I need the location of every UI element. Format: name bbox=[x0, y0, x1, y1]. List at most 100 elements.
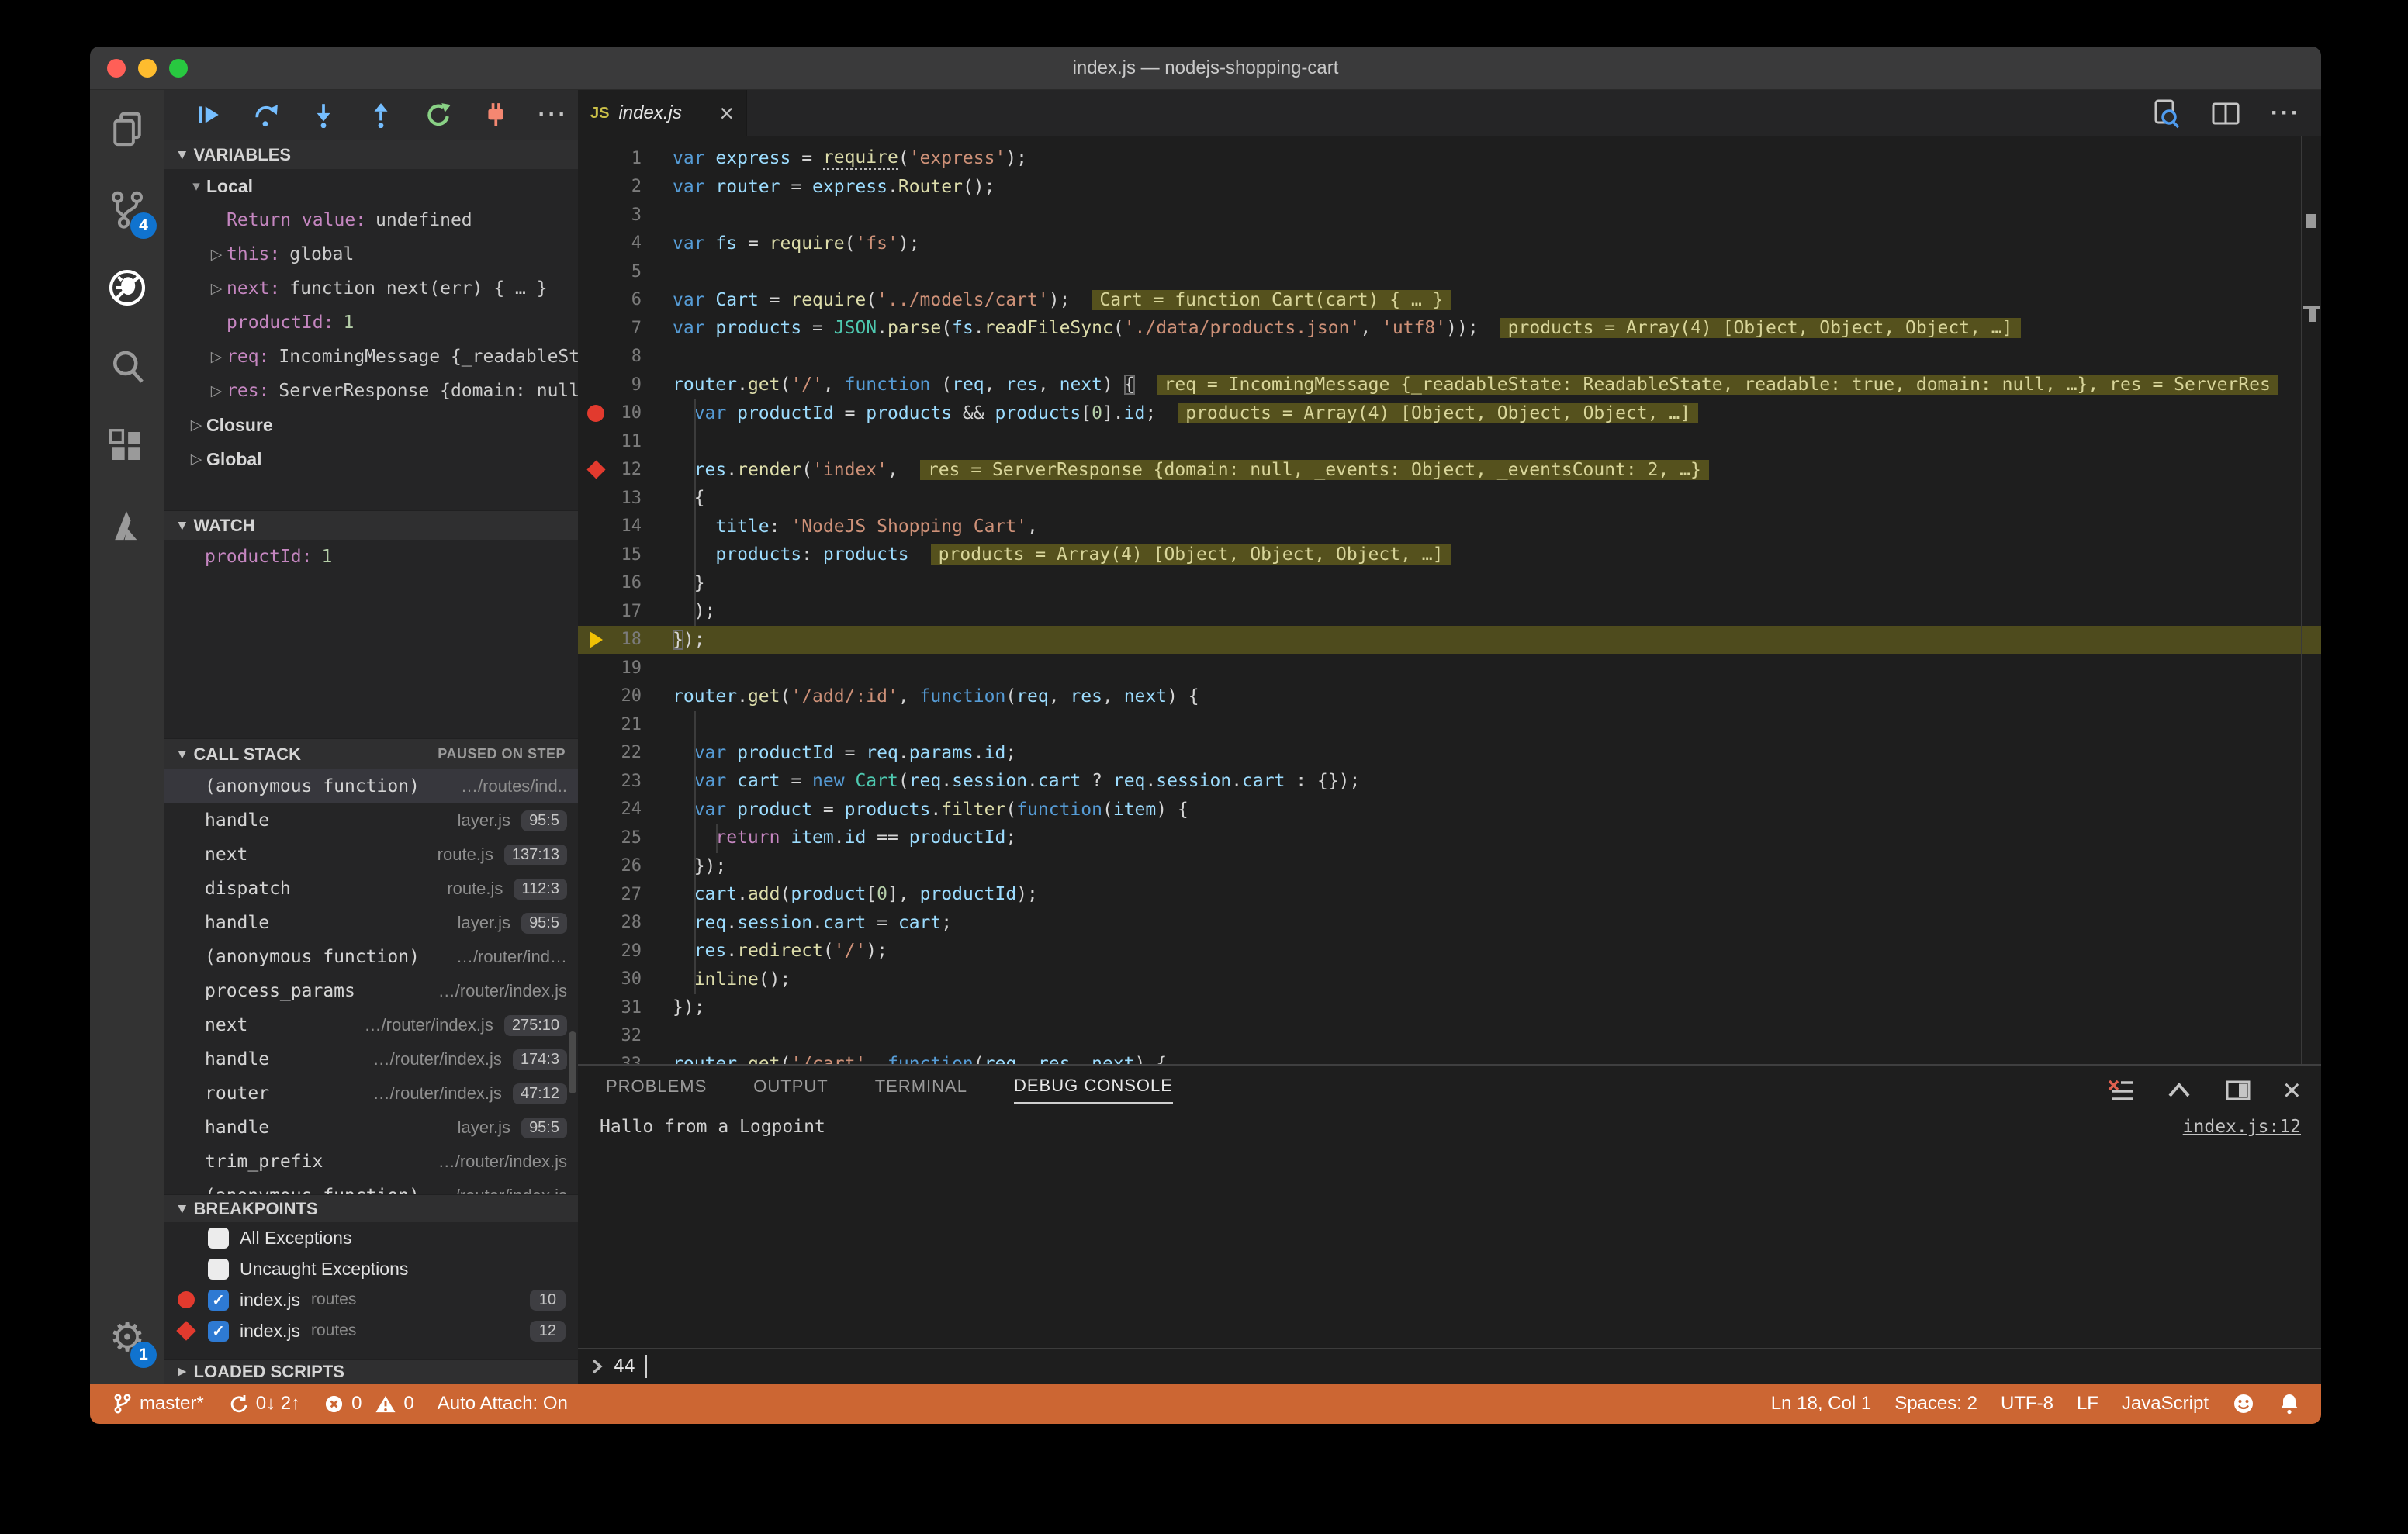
line-number[interactable]: 30 bbox=[614, 969, 642, 989]
line-number[interactable]: 33 bbox=[614, 1055, 642, 1064]
indentation-status[interactable]: Spaces: 2 bbox=[1883, 1393, 1989, 1415]
activity-bar-item-debug[interactable] bbox=[90, 248, 164, 327]
more-button[interactable]: ··· bbox=[538, 102, 566, 128]
code-line[interactable]: 1 var express = require('express'); bbox=[578, 144, 2321, 173]
line-number[interactable]: 32 bbox=[614, 1026, 642, 1045]
stop-button[interactable] bbox=[483, 102, 509, 128]
line-number[interactable]: 19 bbox=[614, 658, 642, 678]
line-number[interactable]: 2 bbox=[614, 177, 642, 196]
git-branch-status[interactable]: master* bbox=[99, 1393, 216, 1415]
line-number[interactable]: 11 bbox=[614, 432, 642, 451]
activity-bar-item-explorer[interactable] bbox=[90, 90, 164, 169]
activity-bar-item-search[interactable] bbox=[90, 327, 164, 406]
line-number[interactable]: 1 bbox=[614, 149, 642, 168]
encoding-status[interactable]: UTF-8 bbox=[1989, 1393, 2065, 1415]
panel-tab-terminal[interactable]: TERMINAL bbox=[875, 1070, 967, 1103]
code-line[interactable]: 23 var cart = new Cart(req. session. cart … bbox=[578, 767, 2321, 796]
line-number[interactable]: 16 bbox=[614, 573, 642, 593]
step-over-button[interactable] bbox=[253, 102, 279, 128]
panel-tab-output[interactable]: OUTPUT bbox=[753, 1070, 828, 1103]
code-line[interactable]: 24 var product = products. filter(functio… bbox=[578, 796, 2321, 824]
call-stack-frame[interactable]: (anonymous function) …/routes/ind.. bbox=[164, 769, 578, 803]
split-editor-icon[interactable] bbox=[2210, 98, 2241, 129]
line-number[interactable]: 17 bbox=[614, 602, 642, 621]
code-line[interactable]: 33router.get('/cart', function(req, res,… bbox=[578, 1050, 2321, 1064]
code-line[interactable]: 11 bbox=[578, 427, 2321, 456]
variable-row[interactable]: ▷ req: IncomingMessage {_readableSt… bbox=[164, 340, 578, 374]
editor-gutter[interactable] bbox=[578, 631, 614, 648]
code-line[interactable]: 3 bbox=[578, 201, 2321, 230]
line-number[interactable]: 21 bbox=[614, 715, 642, 734]
call-stack-frame[interactable]: handle layer.js 95:5 bbox=[164, 1111, 578, 1145]
call-stack-frame[interactable]: next route.js 137:13 bbox=[164, 838, 578, 872]
breakpoint-row[interactable]: ✓ index.js routes 12 bbox=[164, 1315, 578, 1346]
panel-tab-debug-console[interactable]: DEBUG CONSOLE bbox=[1013, 1069, 1173, 1104]
code-line[interactable]: 2 var router = express. Router (); bbox=[578, 173, 2321, 202]
line-number[interactable]: 3 bbox=[614, 206, 642, 225]
console-source-link[interactable]: index.js:12 bbox=[2183, 1117, 2301, 1137]
logpoint-diamond[interactable] bbox=[586, 460, 606, 479]
checkbox[interactable]: ✓ bbox=[208, 1320, 229, 1342]
tab-index-js[interactable]: JS index.js × bbox=[578, 90, 747, 136]
line-number[interactable]: 23 bbox=[614, 772, 642, 791]
line-number[interactable]: 18 bbox=[614, 630, 642, 649]
variable-row[interactable]: productId: 1 bbox=[164, 306, 578, 340]
line-number[interactable]: 8 bbox=[614, 347, 642, 366]
code-line[interactable]: 22 var productId = req. params. id; bbox=[578, 739, 2321, 768]
call-stack-frame[interactable]: (anonymous function) …/router/ind… bbox=[164, 940, 578, 974]
cursor-position-status[interactable]: Ln 18, Col 1 bbox=[1759, 1393, 1883, 1415]
close-tab-icon[interactable]: × bbox=[719, 101, 734, 126]
continue-button[interactable] bbox=[195, 102, 222, 128]
activity-bar-item-extensions[interactable] bbox=[90, 406, 164, 485]
checkbox[interactable]: ✓ bbox=[208, 1289, 229, 1311]
editor-gutter[interactable] bbox=[578, 404, 614, 422]
sidebar-scrollbar[interactable] bbox=[569, 1031, 576, 1093]
variables-scope-row[interactable]: ▷ Global bbox=[164, 442, 578, 476]
code-line[interactable]: 21 bbox=[578, 710, 2321, 739]
watch-expression-row[interactable]: productId: 1 bbox=[164, 540, 578, 574]
line-number[interactable]: 22 bbox=[614, 743, 642, 762]
code-line[interactable]: 10 var productId = products && products[… bbox=[578, 399, 2321, 428]
line-number[interactable]: 14 bbox=[614, 517, 642, 536]
line-number[interactable]: 4 bbox=[614, 233, 642, 253]
call-stack-frame[interactable]: (anonymous function) …/router/index.js bbox=[164, 1179, 578, 1194]
code-line[interactable]: 6 var Cart = require('../models/cart'); Ca… bbox=[578, 286, 2321, 315]
code-line[interactable]: 4 var fs = require('fs'); bbox=[578, 230, 2321, 258]
language-mode-status[interactable]: JavaScript bbox=[2110, 1393, 2220, 1415]
line-number[interactable]: 31 bbox=[614, 998, 642, 1017]
call-stack-frame[interactable]: handle layer.js 95:5 bbox=[164, 906, 578, 940]
line-number[interactable]: 12 bbox=[614, 460, 642, 479]
variable-row[interactable]: ▷ res: ServerResponse {domain: null… bbox=[164, 374, 578, 408]
variable-row[interactable]: ▷ next: function next(err) { … } bbox=[164, 271, 578, 306]
breakpoint-row[interactable]: ✓ index.js routes 10 bbox=[164, 1284, 578, 1315]
code-line[interactable]: 28 req. session. cart = cart; bbox=[578, 909, 2321, 938]
variables-section-header[interactable]: ▾ VARIABLES bbox=[164, 140, 578, 169]
variables-scope-row[interactable]: ▾ Local bbox=[164, 169, 578, 203]
call-stack-frame[interactable]: process_params …/router/index.js bbox=[164, 974, 578, 1008]
code-line[interactable]: 26 }); bbox=[578, 852, 2321, 881]
call-stack-frame[interactable]: handle layer.js 95:5 bbox=[164, 803, 578, 838]
editor-gutter[interactable] bbox=[578, 460, 614, 479]
code-line[interactable]: 29 res. redirect('/'); bbox=[578, 937, 2321, 966]
eol-status[interactable]: LF bbox=[2065, 1393, 2110, 1415]
activity-bar-item-settings[interactable]: ⚙ 1 bbox=[90, 1298, 164, 1377]
code-line[interactable]: 30 inline (); bbox=[578, 966, 2321, 994]
line-number[interactable]: 24 bbox=[614, 800, 642, 819]
call-stack-frame[interactable]: dispatch route.js 112:3 bbox=[164, 872, 578, 906]
code-line[interactable]: 15 products: products products = Array(4)… bbox=[578, 541, 2321, 569]
code-line[interactable]: 12 res. render('index', res = ServerRespon… bbox=[578, 456, 2321, 485]
sync-status[interactable]: 0↓ 2↑ bbox=[216, 1393, 312, 1415]
call-stack-frame[interactable]: handle …/router/index.js 174:3 bbox=[164, 1042, 578, 1076]
code-line[interactable]: 13 { bbox=[578, 484, 2321, 513]
code-line[interactable]: 19 bbox=[578, 654, 2321, 682]
code-line[interactable]: 9 router. get('/', function (req, res, nex… bbox=[578, 371, 2321, 399]
line-number[interactable]: 28 bbox=[614, 913, 642, 932]
call-stack-frame[interactable]: trim_prefix …/router/index.js bbox=[164, 1145, 578, 1179]
code-line[interactable]: 17 ); bbox=[578, 597, 2321, 626]
feedback-smiley[interactable] bbox=[2220, 1392, 2267, 1415]
move-panel-icon[interactable] bbox=[2224, 1078, 2252, 1103]
code-line[interactable]: 18}); bbox=[578, 625, 2321, 654]
more-actions-icon[interactable]: ··· bbox=[2271, 100, 2301, 126]
maximize-panel-icon[interactable] bbox=[2165, 1079, 2193, 1102]
title-bar[interactable]: index.js — nodejs-shopping-cart bbox=[90, 47, 2321, 90]
